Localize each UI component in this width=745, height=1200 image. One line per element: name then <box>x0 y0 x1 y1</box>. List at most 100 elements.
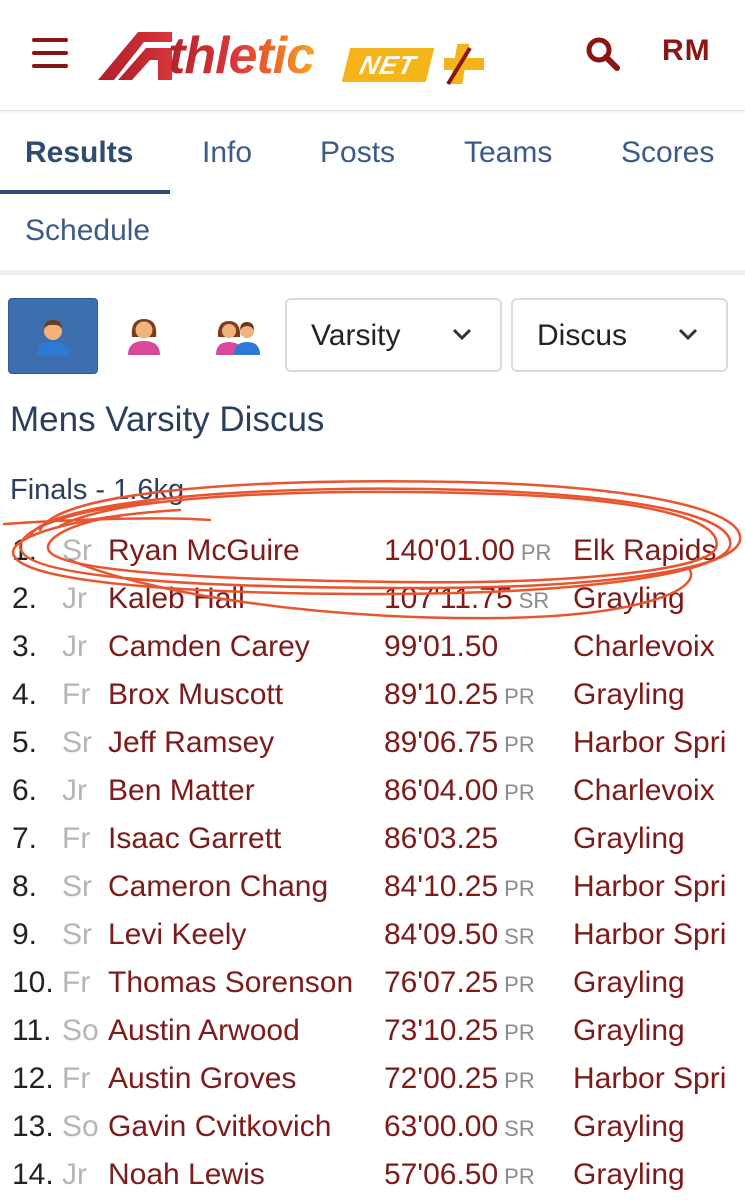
place: 11. <box>12 1014 52 1047</box>
team-link[interactable]: Charlevoix <box>573 774 745 808</box>
mixed-athletes-icon <box>216 321 260 355</box>
grade: Jr <box>62 582 87 615</box>
grade: So <box>62 1014 99 1047</box>
tab-results[interactable]: Results <box>25 136 133 170</box>
female-filter-button[interactable] <box>100 298 188 372</box>
team-link[interactable]: Harbor Spri <box>573 870 745 904</box>
place: 14. <box>12 1158 54 1191</box>
result-row: 13. So Gavin Cvitkovich 63'00.00 SR Grayl… <box>0 1102 745 1150</box>
logo-net-badge: NET <box>341 48 435 82</box>
tab-teams[interactable]: Teams <box>464 136 552 170</box>
hamburger-menu-icon[interactable] <box>32 36 70 70</box>
active-tab-indicator <box>0 190 170 194</box>
grade: Jr <box>62 774 87 807</box>
athleticnet-logo[interactable]: thletic NET <box>96 26 496 86</box>
event-select[interactable]: Discus <box>511 298 728 372</box>
team-link[interactable]: Grayling <box>573 582 745 616</box>
mark-value: 86'03.25 <box>384 822 499 855</box>
team-link[interactable]: Grayling <box>573 1158 745 1192</box>
grade: Fr <box>62 678 91 711</box>
tab-posts[interactable]: Posts <box>320 136 395 170</box>
grade: Sr <box>62 870 92 903</box>
result-row: 3. Jr Camden Carey 99'01.50 Charlevoix <box>0 622 745 670</box>
level-select[interactable]: Varsity <box>285 298 502 372</box>
team-link[interactable]: Grayling <box>573 1014 745 1048</box>
result-row: 8. Sr Cameron Chang 84'10.25 PR Harbor Sp… <box>0 862 745 910</box>
mark-link[interactable]: 107'11.75 SR <box>384 582 549 616</box>
athlete-name-link[interactable]: Noah Lewis <box>108 1158 265 1192</box>
mark-link[interactable]: 73'10.25 PR <box>384 1014 535 1048</box>
athlete-name-link[interactable]: Camden Carey <box>108 630 310 664</box>
mark-link[interactable]: 99'01.50 <box>384 630 504 664</box>
mark-value: 76'07.25 <box>384 966 499 999</box>
mark-link[interactable]: 84'09.50 SR <box>384 918 535 952</box>
grade: Sr <box>62 534 92 567</box>
mark-link[interactable]: 89'10.25 PR <box>384 678 535 712</box>
tab-info[interactable]: Info <box>202 136 252 170</box>
athlete-name-link[interactable]: Levi Keely <box>108 918 246 952</box>
female-athlete-icon <box>128 319 160 355</box>
team-link[interactable]: Harbor Spri <box>573 1062 745 1096</box>
result-row: 4. Fr Brox Muscott 89'10.25 PR Grayling <box>0 670 745 718</box>
athlete-name-link[interactable]: Jeff Ramsey <box>108 726 274 760</box>
mark-value: 140'01.00 <box>384 534 515 567</box>
athlete-name-link[interactable]: Austin Groves <box>108 1062 296 1096</box>
male-filter-button[interactable] <box>8 298 98 374</box>
team-link[interactable]: Grayling <box>573 822 745 856</box>
place: 5. <box>12 726 38 759</box>
grade: Fr <box>62 1062 91 1095</box>
grade: So <box>62 1110 99 1143</box>
athlete-name-link[interactable]: Austin Arwood <box>108 1014 300 1048</box>
record-badge: SR <box>518 588 550 613</box>
result-row: 9. Sr Levi Keely 84'09.50 SR Harbor Spri <box>0 910 745 958</box>
record-badge: PR <box>504 732 535 757</box>
athlete-name-link[interactable]: Brox Muscott <box>108 678 283 712</box>
record-badge: PR <box>504 972 535 997</box>
athlete-name-link[interactable]: Thomas Sorenson <box>108 966 353 1000</box>
grade: Sr <box>62 726 92 759</box>
athlete-name-link[interactable]: Isaac Garrett <box>108 822 281 856</box>
result-row: 6. Jr Ben Matter 86'04.00 PR Charlevoix <box>0 766 745 814</box>
mark-value: 89'10.25 <box>384 678 499 711</box>
mark-link[interactable]: 57'06.50 PR <box>384 1158 535 1192</box>
mark-link[interactable]: 84'10.25 PR <box>384 870 535 904</box>
chevron-down-icon <box>452 328 472 341</box>
place: 12. <box>12 1062 54 1095</box>
round-title: Finals - 1.6kg <box>10 474 185 506</box>
team-link[interactable]: Harbor Spri <box>573 918 745 952</box>
team-link[interactable]: Grayling <box>573 966 745 1000</box>
athlete-name-link[interactable]: Gavin Cvitkovich <box>108 1110 331 1144</box>
mark-link[interactable]: 72'00.25 PR <box>384 1062 535 1096</box>
record-badge: PR <box>504 780 535 805</box>
place: 3. <box>12 630 38 663</box>
grade: Fr <box>62 966 91 999</box>
team-link[interactable]: Elk Rapids <box>573 534 745 568</box>
team-link[interactable]: Harbor Spri <box>573 726 745 760</box>
result-row: 11. So Austin Arwood 73'10.25 PR Grayling <box>0 1006 745 1054</box>
result-row: 10. Fr Thomas Sorenson 76'07.25 PR Grayli… <box>0 958 745 1006</box>
mark-value: 72'00.25 <box>384 1062 499 1095</box>
tab-schedule[interactable]: Schedule <box>25 214 150 248</box>
mark-value: 84'09.50 <box>384 918 499 951</box>
mark-value: 57'06.50 <box>384 1158 499 1191</box>
mixed-filter-button[interactable] <box>192 298 280 372</box>
user-account-button[interactable]: RM <box>662 34 711 68</box>
team-link[interactable]: Grayling <box>573 1110 745 1144</box>
mark-value: 86'04.00 <box>384 774 499 807</box>
search-icon[interactable] <box>585 36 621 72</box>
team-link[interactable]: Grayling <box>573 678 745 712</box>
mark-link[interactable]: 86'04.00 PR <box>384 774 535 808</box>
record-badge: SR <box>504 924 535 949</box>
team-link[interactable]: Charlevoix <box>573 630 745 664</box>
athlete-name-link[interactable]: Kaleb Hall <box>108 582 245 616</box>
athlete-name-link[interactable]: Ben Matter <box>108 774 255 808</box>
mark-value: 107'11.75 <box>384 582 513 615</box>
mark-link[interactable]: 76'07.25 PR <box>384 966 535 1000</box>
mark-link[interactable]: 140'01.00 PR <box>384 534 551 568</box>
tab-scores[interactable]: Scores <box>621 136 714 170</box>
mark-link[interactable]: 63'00.00 SR <box>384 1110 535 1144</box>
mark-link[interactable]: 89'06.75 PR <box>384 726 535 760</box>
athlete-name-link[interactable]: Ryan McGuire <box>108 534 300 568</box>
athlete-name-link[interactable]: Cameron Chang <box>108 870 328 904</box>
mark-link[interactable]: 86'03.25 <box>384 822 504 856</box>
